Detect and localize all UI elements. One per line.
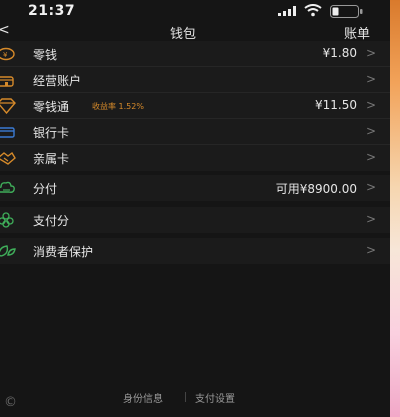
- zhifufen-row[interactable]: 支付分 >: [0, 207, 390, 233]
- store-icon: [0, 76, 14, 87]
- lct-balance: ¥11.50: [315, 98, 357, 112]
- change-row[interactable]: ¥ 零钱 ¥1.80 >: [0, 41, 390, 67]
- leaf-icon: [0, 245, 16, 257]
- lct-label: 零钱通: [33, 100, 70, 114]
- wallpaper-edge: [390, 0, 400, 417]
- battery-icon: [330, 5, 363, 18]
- diamond-icon: [0, 98, 16, 114]
- nav-bar: < 钱包 账单: [0, 22, 390, 42]
- chevron-right-icon: >: [365, 180, 376, 194]
- cloud-icon: [0, 181, 15, 193]
- copyright-mark: ©: [4, 395, 17, 410]
- footer-divider: [185, 392, 186, 402]
- signal-icon: [278, 6, 296, 16]
- handshake-icon: [0, 151, 16, 165]
- business-account-row[interactable]: 经营账户 >: [0, 67, 390, 93]
- bank-card-row[interactable]: 银行卡 >: [0, 119, 390, 145]
- fenfu-label: 分付: [33, 182, 58, 196]
- chevron-right-icon: >: [365, 72, 376, 86]
- page-title: 钱包: [170, 27, 197, 42]
- coin-icon: ¥: [0, 47, 15, 61]
- zhifufen-label: 支付分: [33, 214, 70, 228]
- yield-rate: 收益率 1.52%: [92, 102, 144, 111]
- card-icon: [0, 127, 15, 138]
- bill-button[interactable]: 账单: [344, 23, 370, 42]
- chevron-right-icon: >: [365, 150, 376, 164]
- chevron-right-icon: >: [365, 124, 376, 138]
- protection-group: 消费者保护 >: [0, 238, 390, 264]
- lct-row[interactable]: 零钱通 收益率 1.52% ¥11.50 >: [0, 93, 390, 119]
- status-time: 21:37: [28, 3, 76, 19]
- change-balance: ¥1.80: [322, 46, 357, 60]
- bank-card-label: 银行卡: [33, 126, 70, 140]
- wallet-group: ¥ 零钱 ¥1.80 > 经营账户 > 零钱通 收益率 1.52% ¥11.50…: [0, 41, 390, 171]
- chevron-right-icon: >: [365, 98, 376, 112]
- chevron-right-icon: >: [365, 46, 376, 60]
- business-account-label: 经营账户: [33, 74, 82, 88]
- family-card-row[interactable]: 亲属卡 >: [0, 145, 390, 171]
- flower-icon: [0, 212, 14, 228]
- status-bar: 21:37: [0, 0, 390, 22]
- payment-settings-link[interactable]: 支付设置: [195, 390, 235, 405]
- svg-text:¥: ¥: [3, 51, 8, 59]
- fenfu-available: 可用¥8900.00: [275, 182, 357, 196]
- footer-links: 身份信息 支付设置: [0, 390, 390, 405]
- fenfu-row[interactable]: 分付 可用¥8900.00 >: [0, 175, 390, 201]
- chevron-right-icon: >: [365, 212, 376, 226]
- consumer-protection-row[interactable]: 消费者保护 >: [0, 238, 390, 264]
- back-button[interactable]: <: [0, 22, 10, 38]
- identity-info-link[interactable]: 身份信息: [123, 390, 163, 405]
- wifi-icon: [304, 4, 322, 17]
- chevron-right-icon: >: [365, 243, 376, 257]
- consumer-protection-label: 消费者保护: [33, 245, 94, 259]
- family-card-label: 亲属卡: [33, 152, 70, 166]
- change-label: 零钱: [33, 48, 58, 62]
- wallet-screen: 21:37 < 钱包 账单 ¥ 零钱 ¥1.80 > 经营账户 > 零钱通 收益…: [0, 0, 390, 417]
- credit-group: 分付 可用¥8900.00 >: [0, 175, 390, 201]
- score-group: 支付分 >: [0, 207, 390, 233]
